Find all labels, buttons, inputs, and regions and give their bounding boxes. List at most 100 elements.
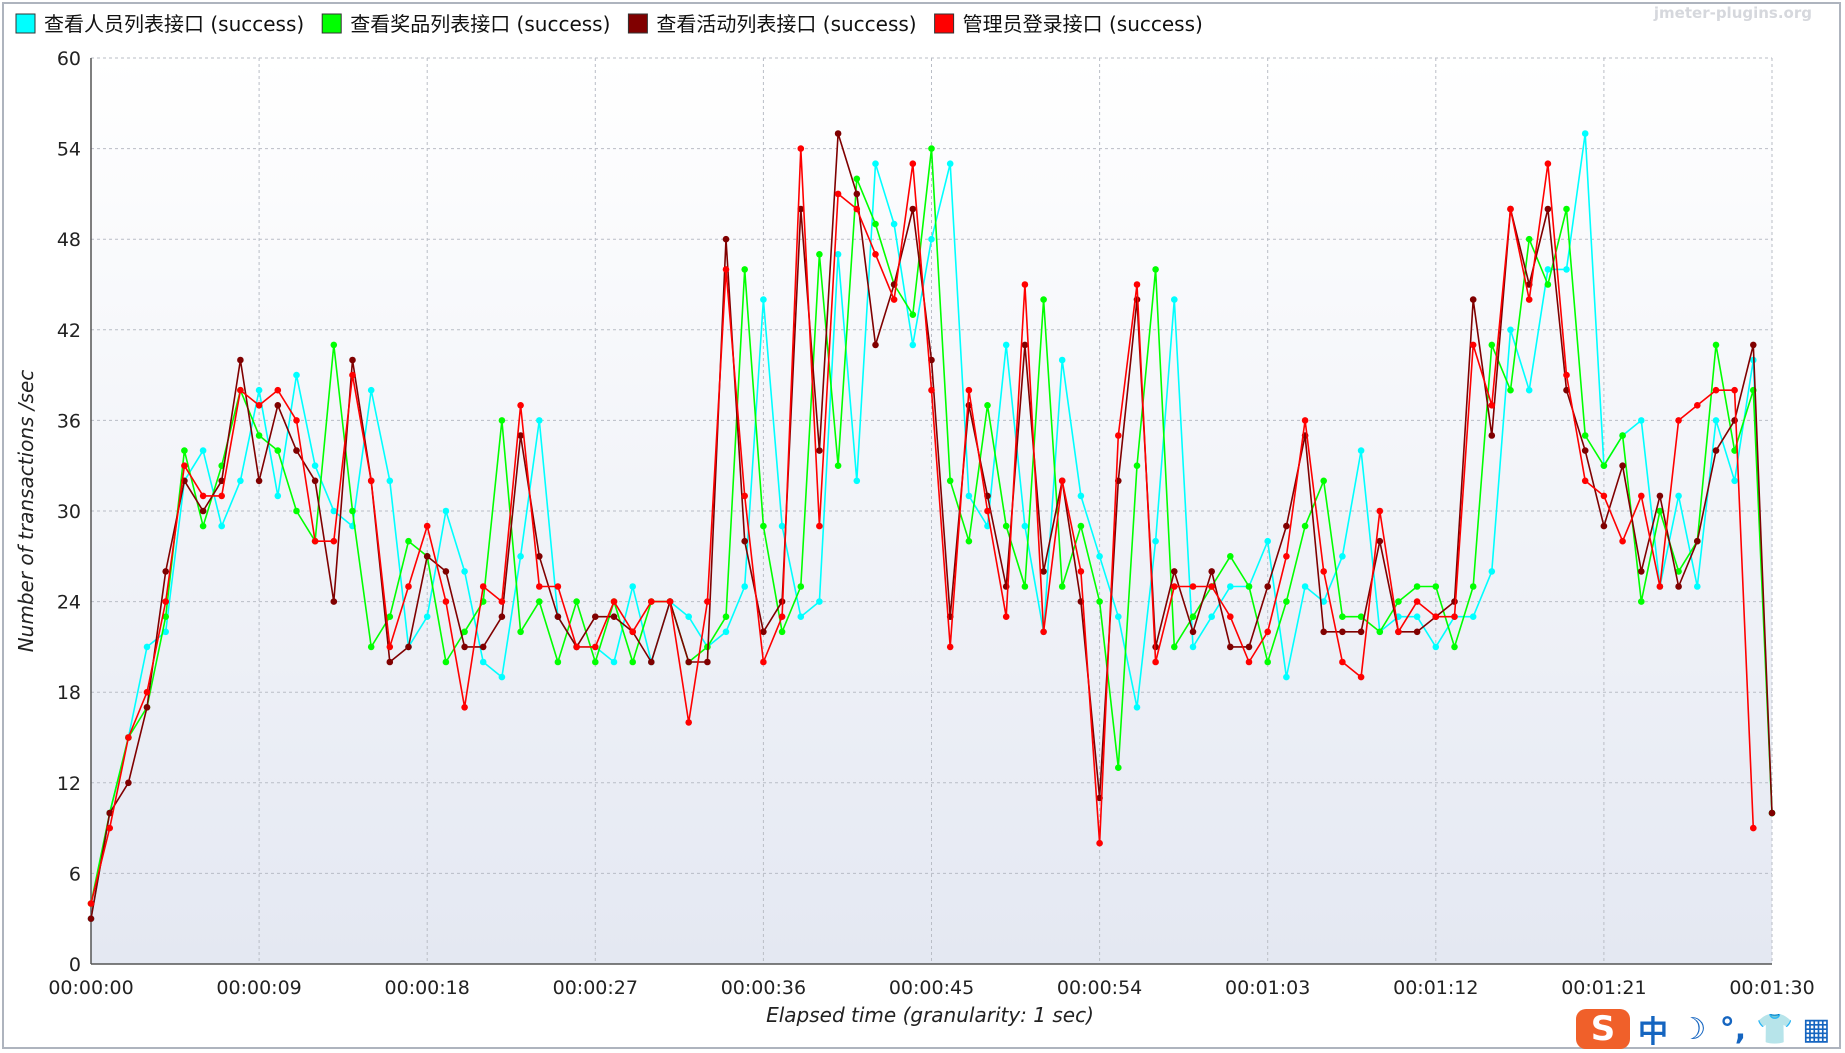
y-tick-label: 6 bbox=[69, 863, 81, 885]
x-tick-label: 00:01:12 bbox=[1393, 977, 1478, 999]
data-point bbox=[1469, 296, 1477, 303]
x-axis-label: Elapsed time (granularity: 1 sec) bbox=[766, 1003, 1094, 1027]
data-point bbox=[1301, 417, 1309, 424]
data-point bbox=[1451, 643, 1458, 651]
data-point bbox=[1096, 553, 1103, 560]
data-point bbox=[237, 477, 244, 485]
data-point bbox=[1600, 462, 1608, 470]
data-point bbox=[255, 402, 263, 409]
data-point bbox=[1619, 432, 1626, 439]
data-point bbox=[909, 160, 917, 167]
data-point bbox=[181, 462, 188, 470]
data-point bbox=[1133, 281, 1141, 288]
y-tick-label: 30 bbox=[57, 501, 81, 523]
data-point bbox=[1320, 568, 1327, 575]
data-point bbox=[1002, 613, 1010, 620]
data-point bbox=[479, 643, 487, 651]
data-point bbox=[760, 296, 767, 303]
data-point bbox=[1638, 598, 1645, 605]
data-point bbox=[1208, 613, 1215, 620]
toolbox-icon[interactable]: ▦ bbox=[1799, 1009, 1833, 1049]
data-point bbox=[1058, 583, 1066, 590]
data-point bbox=[685, 658, 692, 666]
skin-icon[interactable]: 👕 bbox=[1756, 1009, 1793, 1049]
data-point bbox=[1694, 537, 1701, 545]
data-point bbox=[218, 522, 225, 530]
data-point bbox=[1619, 537, 1626, 545]
data-point bbox=[293, 371, 300, 379]
data-point bbox=[1245, 643, 1253, 651]
data-point bbox=[255, 477, 263, 485]
data-point bbox=[498, 613, 506, 620]
data-point bbox=[106, 824, 113, 832]
data-point bbox=[536, 417, 543, 424]
data-point bbox=[853, 175, 861, 183]
data-point bbox=[386, 658, 394, 666]
y-tick-label: 0 bbox=[69, 954, 81, 976]
data-point bbox=[928, 145, 935, 152]
data-point bbox=[1507, 386, 1514, 394]
data-point bbox=[1750, 341, 1757, 349]
data-point bbox=[1002, 341, 1010, 349]
data-point bbox=[349, 371, 356, 379]
data-point bbox=[199, 507, 207, 515]
data-point bbox=[1171, 568, 1178, 575]
legend-swatch bbox=[321, 13, 342, 34]
sogou-logo-icon[interactable]: S bbox=[1576, 1009, 1630, 1049]
y-tick-label: 12 bbox=[57, 773, 81, 795]
data-point bbox=[946, 643, 954, 651]
punctuation-icon[interactable]: °, bbox=[1716, 1009, 1750, 1049]
data-point bbox=[423, 553, 431, 560]
data-point bbox=[1171, 583, 1178, 590]
y-tick-label: 36 bbox=[57, 410, 81, 432]
data-point bbox=[405, 537, 412, 545]
ime-toolbar[interactable]: S 中 ☽ °, 👕 ▦ bbox=[1576, 1005, 1845, 1053]
data-point bbox=[1189, 628, 1197, 636]
data-point bbox=[1694, 402, 1701, 409]
data-point bbox=[1021, 281, 1029, 288]
data-point bbox=[984, 402, 991, 409]
data-point bbox=[592, 643, 599, 651]
data-point bbox=[1021, 341, 1029, 349]
data-point bbox=[1227, 553, 1234, 560]
data-point bbox=[1264, 658, 1271, 666]
legend-label: 查看人员列表接口 (success) bbox=[44, 12, 304, 36]
data-point bbox=[274, 447, 282, 454]
data-point bbox=[816, 251, 823, 258]
data-point bbox=[199, 492, 207, 500]
moon-icon[interactable]: ☽ bbox=[1676, 1009, 1710, 1049]
data-point bbox=[1563, 205, 1570, 213]
data-point bbox=[1694, 583, 1701, 590]
data-point bbox=[1488, 432, 1496, 439]
data-point bbox=[1283, 522, 1290, 530]
data-point bbox=[946, 160, 954, 167]
data-point bbox=[1488, 341, 1496, 349]
data-point bbox=[1432, 613, 1440, 620]
chinese-mode-button[interactable]: 中 bbox=[1636, 1009, 1670, 1050]
data-point bbox=[1656, 583, 1664, 590]
data-point bbox=[1021, 522, 1029, 530]
data-point bbox=[442, 658, 450, 666]
data-point bbox=[573, 643, 580, 651]
x-tick-label: 00:01:21 bbox=[1561, 977, 1646, 999]
data-point bbox=[1040, 568, 1047, 575]
data-point bbox=[704, 658, 711, 666]
y-tick-label: 60 bbox=[57, 48, 81, 70]
data-point bbox=[1357, 447, 1365, 454]
data-point bbox=[536, 598, 543, 605]
data-point bbox=[293, 447, 300, 454]
data-point bbox=[498, 673, 506, 681]
x-tick-label: 00:00:18 bbox=[385, 977, 470, 999]
data-point bbox=[1283, 553, 1290, 560]
data-point bbox=[984, 507, 991, 515]
legend-swatch bbox=[934, 13, 955, 34]
y-tick-label: 42 bbox=[57, 320, 81, 342]
data-point bbox=[1152, 658, 1159, 666]
data-point bbox=[853, 205, 861, 213]
data-point bbox=[853, 190, 861, 198]
data-point bbox=[554, 583, 562, 590]
data-point bbox=[143, 688, 151, 696]
y-tick-label: 48 bbox=[57, 229, 81, 251]
data-point bbox=[1283, 598, 1290, 605]
data-point bbox=[517, 402, 524, 409]
